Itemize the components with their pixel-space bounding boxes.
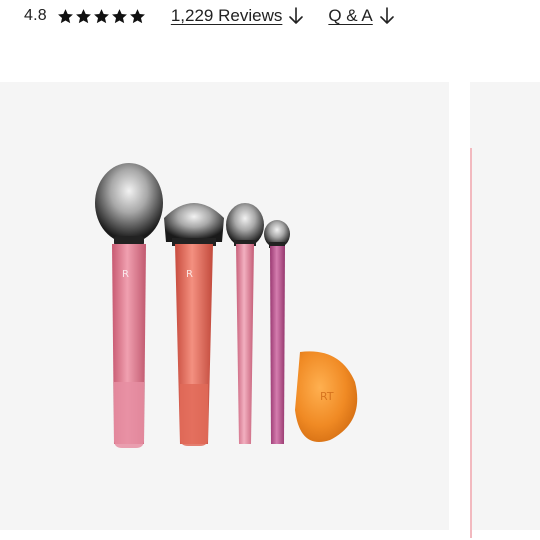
rating-value: 4.8 xyxy=(24,7,47,24)
svg-text:R: R xyxy=(186,269,193,280)
reviews-link-label: 1,229 Reviews xyxy=(170,6,283,25)
product-image-panel[interactable]: R R RT xyxy=(0,82,449,530)
rating-bar: 4.8 1,229 Reviews Q & A xyxy=(24,0,395,32)
qa-link-label: Q & A xyxy=(328,6,373,25)
star-icon xyxy=(75,8,91,23)
makeup-sponge: RT xyxy=(295,351,358,442)
blush-brush xyxy=(226,203,264,444)
star-rating xyxy=(57,8,146,25)
next-image-edge xyxy=(470,148,472,538)
svg-text:RT: RT xyxy=(320,390,334,403)
star-icon xyxy=(111,8,127,23)
reviews-link[interactable]: 1,229 Reviews xyxy=(171,6,305,26)
star-icon xyxy=(93,8,109,23)
product-image: R R RT xyxy=(95,163,358,448)
arrow-down-icon xyxy=(379,7,394,24)
star-icon xyxy=(129,8,145,23)
qa-link[interactable]: Q & A xyxy=(328,6,394,26)
detail-brush xyxy=(264,220,290,444)
star-icon xyxy=(57,8,73,23)
foundation-brush: R xyxy=(164,203,224,446)
powder-brush: R xyxy=(95,163,163,448)
arrow-down-icon xyxy=(289,7,304,24)
next-image-panel[interactable] xyxy=(470,82,540,538)
svg-text:R: R xyxy=(122,269,129,280)
